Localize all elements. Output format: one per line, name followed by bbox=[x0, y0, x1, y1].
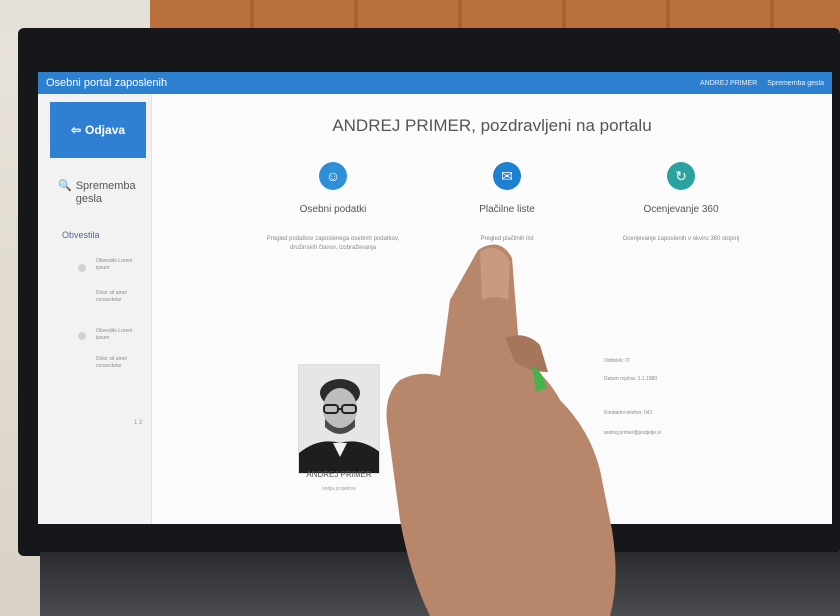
pointing-hand bbox=[386, 244, 616, 616]
